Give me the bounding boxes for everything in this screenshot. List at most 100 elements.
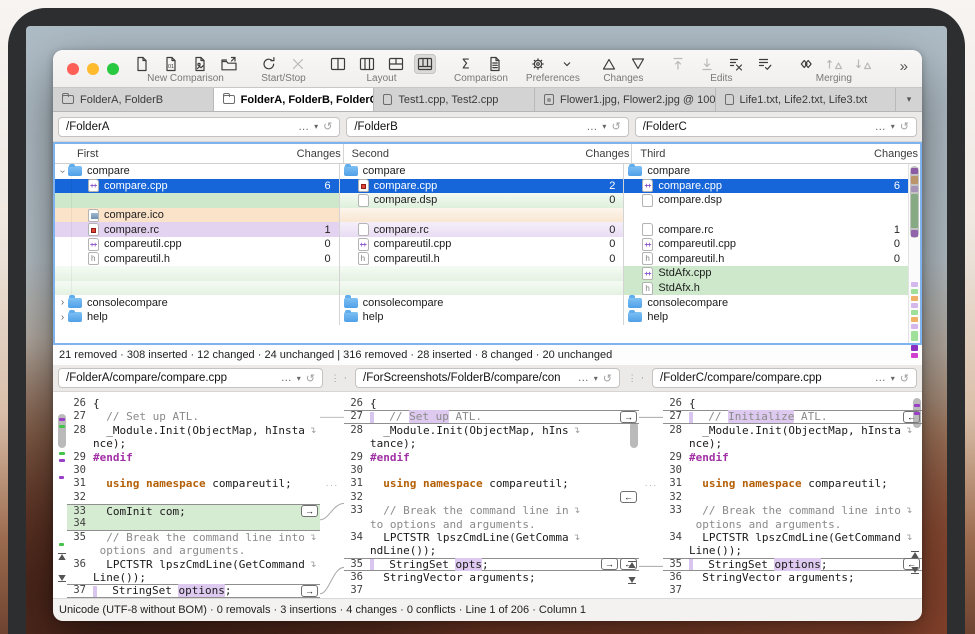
push-change-up-icon[interactable] — [667, 54, 689, 74]
file-row-cell[interactable]: ++compare.cpp6 — [624, 179, 908, 194]
scroll-top-anchor-icon[interactable] — [57, 552, 67, 561]
folder-column-header[interactable]: ThirdChanges — [632, 144, 920, 163]
file-row-cell[interactable]: compare.dsp0 — [340, 193, 625, 208]
tab-list-dropdown-icon[interactable]: ▾ — [896, 88, 922, 111]
file-path-field-3[interactable]: /FolderC/compare/compare.cpp…▾↺ — [652, 368, 917, 388]
tab-test1-cpp-test2-cpp[interactable]: Test1.cpp, Test2.cpp — [374, 88, 535, 111]
file-row-cell[interactable]: compare.rc0 — [340, 222, 625, 237]
code-line[interactable]: ndLine()); — [344, 544, 639, 557]
folder-column-header[interactable]: FirstChanges — [55, 144, 344, 163]
code-line[interactable]: options and arguments. — [67, 544, 320, 557]
file-path-field-2[interactable]: /ForScreenshots/FolderB/compare/con…▾↺ — [355, 368, 620, 388]
path-history-icon[interactable]: ↺ — [306, 372, 315, 385]
path-ellipsis-icon[interactable]: … — [875, 121, 886, 133]
path-ellipsis-icon[interactable]: … — [578, 372, 589, 384]
code-line[interactable]: 37 — [663, 584, 922, 597]
folder-row-cell[interactable]: compare — [340, 164, 625, 179]
code-line[interactable]: 31 using namespace compareutil; — [67, 477, 320, 490]
path-dropdown-icon[interactable]: ▾ — [891, 122, 895, 131]
code-line[interactable]: 36 LPCTSTR lpszCmdLine(GetCommand↴ — [67, 558, 320, 571]
push-right-button[interactable]: → — [301, 585, 318, 597]
previous-conflict-icon[interactable] — [823, 54, 845, 74]
start-comparison-icon[interactable] — [258, 54, 280, 74]
path-history-icon[interactable]: ↺ — [611, 120, 620, 133]
code-line[interactable]: 32 — [663, 491, 922, 504]
path-ellipsis-icon[interactable]: … — [298, 121, 309, 133]
new-image-comparison-icon[interactable] — [189, 54, 211, 74]
absent-item-cell[interactable] — [340, 266, 625, 281]
changed-line[interactable]: 34 — [67, 518, 320, 531]
path-dropdown-icon[interactable]: ▾ — [891, 374, 895, 383]
file-row-cell[interactable]: compare.cpp2 — [340, 179, 625, 194]
scroll-bottom-anchor-icon[interactable] — [627, 576, 637, 585]
comparison-report-icon[interactable] — [484, 54, 506, 74]
code-pane-first[interactable]: 26{27 // Set up ATL.28 _Module.Init(Obje… — [67, 392, 320, 598]
code-line[interactable]: 30 — [663, 464, 922, 477]
splitter-handle-icon[interactable]: ⋮· — [329, 372, 349, 384]
file-row-cell[interactable]: compare.ico — [55, 208, 340, 223]
close-window-button[interactable] — [67, 63, 79, 75]
code-line[interactable]: 26{ — [663, 397, 922, 410]
code-line[interactable]: nce); — [67, 437, 320, 450]
folder-row-cell[interactable]: consolecompare — [624, 295, 908, 310]
previous-change-icon[interactable] — [598, 54, 620, 74]
code-line[interactable]: tance); — [344, 437, 639, 450]
code-pane-third[interactable]: 26{27 // Initialize ATL.←28 _Module.Init… — [663, 392, 922, 598]
path-history-icon[interactable]: ↺ — [323, 120, 332, 133]
code-line[interactable]: nce); — [663, 437, 922, 450]
code-line[interactable]: 34 LPCTSTR lpszCmdLine(GetComma↴ — [344, 531, 639, 544]
automatic-merge-icon[interactable] — [794, 54, 816, 74]
code-line[interactable]: 29#endif — [67, 451, 320, 464]
tab-foldera-folderb[interactable]: FolderA, FolderB — [53, 88, 214, 111]
preferences-gear-icon[interactable] — [527, 54, 549, 74]
absent-item-cell[interactable] — [55, 193, 340, 208]
code-pane-second[interactable]: 26{27 // Set up ATL.→28 _Module.Init(Obj… — [344, 392, 639, 598]
path-history-icon[interactable]: ↺ — [603, 372, 612, 385]
path-dropdown-icon[interactable]: ▾ — [297, 374, 301, 383]
path-ellipsis-icon[interactable]: … — [875, 372, 886, 384]
file-row-cell[interactable]: ++compareutil.cpp0 — [340, 237, 625, 252]
folder-overview-scrollbar[interactable] — [908, 164, 920, 343]
left-overview-strip[interactable] — [57, 392, 67, 598]
folder-row-cell[interactable]: help — [340, 310, 625, 325]
changed-line[interactable]: 33 ComInit com;→ — [67, 504, 320, 517]
code-line[interactable]: 33 // Break the command line into↴ — [663, 504, 922, 517]
zoom-window-button[interactable] — [107, 63, 119, 75]
code-line[interactable]: 29#endif — [344, 451, 639, 464]
new-text-comparison-icon[interactable] — [131, 54, 153, 74]
file-row-cell[interactable]: ++compareutil.cpp0 — [624, 237, 908, 252]
file-row-cell[interactable]: hcompareutil.h0 — [624, 252, 908, 267]
path-dropdown-icon[interactable]: ▾ — [314, 122, 318, 131]
new-binary-comparison-icon[interactable]: 01 — [160, 54, 182, 74]
changed-line[interactable]: 37 StringSet options;→ — [67, 584, 320, 597]
folder-column-header[interactable]: SecondChanges — [344, 144, 633, 163]
code-line[interactable]: 33 // Break the command line in↴ — [344, 504, 639, 517]
preferences-chevron-icon[interactable] — [556, 54, 578, 74]
code-line[interactable]: 36 StringVector arguments; — [344, 571, 639, 584]
file-row-cell[interactable]: compare.dsp — [624, 193, 908, 208]
changed-line[interactable]: 35 StringSet options;← — [663, 558, 922, 571]
comparison-summary-icon[interactable]: Σ — [455, 54, 477, 74]
code-line[interactable]: Line()); — [663, 544, 922, 557]
layout-split-icon[interactable] — [385, 54, 407, 74]
push-left-button[interactable]: ← — [620, 491, 637, 503]
chevron-collapsed-icon[interactable]: › — [57, 312, 68, 323]
code-line[interactable]: 28 _Module.Init(ObjectMap, hIns↴ — [344, 424, 639, 437]
code-line[interactable]: 32 — [67, 491, 320, 504]
scroll-bottom-anchor-icon[interactable] — [57, 574, 67, 583]
code-line[interactable]: to options and arguments. — [344, 518, 639, 531]
changed-line[interactable]: 35 StringSet opts;←→ — [344, 558, 639, 571]
layout-two-pane-icon[interactable] — [327, 54, 349, 74]
folder-row-cell[interactable]: consolecompare — [340, 295, 625, 310]
absent-item-cell[interactable] — [340, 208, 625, 223]
file-row-cell[interactable]: hcompareutil.h0 — [340, 252, 625, 267]
code-line[interactable]: options and arguments. — [663, 518, 922, 531]
minimize-window-button[interactable] — [87, 63, 99, 75]
scroll-top-anchor-icon[interactable] — [627, 560, 637, 569]
code-line[interactable]: 30 — [67, 464, 320, 477]
folder-row-cell[interactable]: ›help — [55, 310, 340, 325]
code-line[interactable]: 27 // Set up ATL. — [67, 410, 320, 423]
absent-item-cell[interactable] — [340, 281, 625, 296]
code-line[interactable]: 26{ — [344, 397, 639, 410]
absent-item-cell[interactable] — [624, 208, 908, 223]
